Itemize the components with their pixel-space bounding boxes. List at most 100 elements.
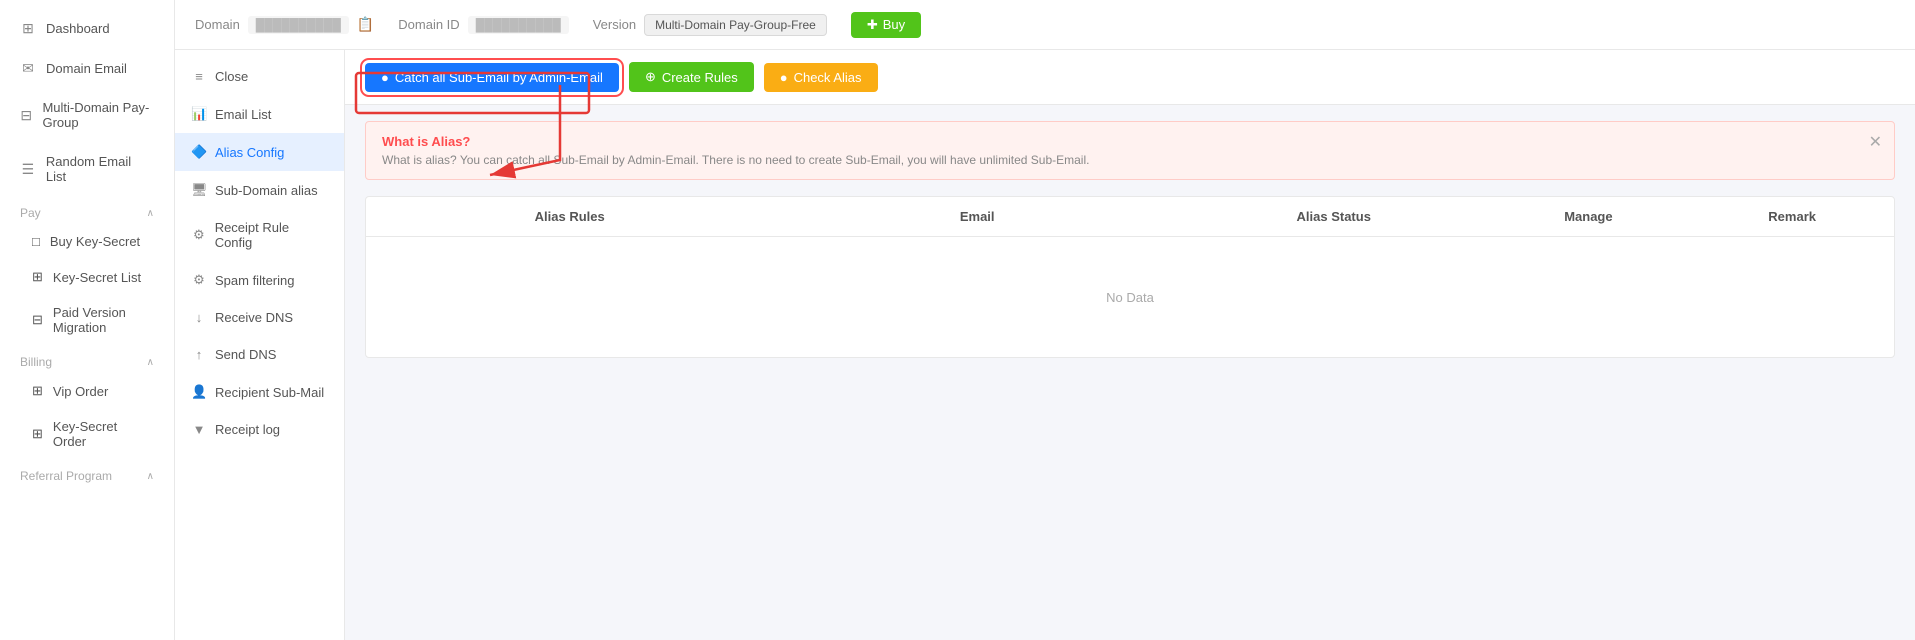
sidebar-label-multi-domain: Multi-Domain Pay-Group [42,100,154,130]
sidebar-label-buy-key: Buy Key-Secret [50,234,140,249]
sidebar-item-domain-email[interactable]: ✉ Domain Email [0,48,174,88]
nav-item-send-dns[interactable]: ↑ Send DNS [175,336,344,373]
receipt-rule-icon: ⚙ [191,227,207,243]
buy-button[interactable]: ✚ Buy [851,12,921,38]
domain-id-label: Domain ID [398,17,459,32]
spam-filter-icon: ⚙ [191,272,207,288]
nav-item-sub-domain-alias[interactable]: 🖥 Sub-Domain alias [175,171,344,209]
buy-btn-label: Buy [883,17,905,32]
nav-item-receipt-rule[interactable]: ⚙ Receipt Rule Config [175,209,344,261]
nav-label-receive-dns: Receive DNS [215,310,293,325]
receipt-log-icon: ▼ [191,422,207,437]
referral-section-arrow: ∧ [147,471,154,482]
pay-section[interactable]: Pay ∧ [0,196,174,224]
paid-migration-icon: ⊟ [32,312,43,328]
billing-section-arrow: ∧ [147,357,154,368]
info-banner: What is Alias? What is alias? You can ca… [365,121,1895,180]
multi-domain-icon: ⊟ [20,107,32,123]
check-alias-label: Check Alias [794,70,862,85]
col-remark: Remark [1690,197,1894,236]
info-banner-title: What is Alias? [382,134,1878,149]
create-rules-button[interactable]: ⊕ Create Rules [629,62,754,92]
col-alias-status: Alias Status [1181,197,1487,236]
pay-section-arrow: ∧ [147,208,154,219]
pay-section-label: Pay [20,206,41,220]
nav-item-close[interactable]: ≡ Close [175,58,344,95]
nav-label-alias-config: Alias Config [215,145,284,160]
nav-item-receipt-log[interactable]: ▼ Receipt log [175,411,344,448]
version-info: Version Multi-Domain Pay-Group-Free [593,14,827,36]
action-bar: ● Catch all Sub-Email by Admin-Email ⊕ C… [345,50,1915,105]
nav-label-email-list: Email List [215,107,271,122]
col-manage: Manage [1487,197,1691,236]
send-dns-icon: ↑ [191,347,207,362]
sidebar-label-paid-migration: Paid Version Migration [53,305,154,335]
domain-id-info: Domain ID ██████████ [398,16,568,34]
version-badge: Multi-Domain Pay-Group-Free [644,14,827,36]
no-data-text: No Data [1106,290,1154,305]
close-nav-icon: ≡ [191,69,207,84]
vip-order-icon: ⊞ [32,383,43,399]
sidebar-label-domain-email: Domain Email [46,61,127,76]
content-wrapper: ≡ Close 📊 Email List 🔷 Alias Config 🖥 Su… [175,50,1915,640]
secondary-nav: ≡ Close 📊 Email List 🔷 Alias Config 🖥 Su… [175,50,345,640]
sidebar-label-key-secret-list: Key-Secret List [53,270,141,285]
recipient-sub-mail-icon: 👤 [191,384,207,400]
check-alias-icon: ● [780,70,788,85]
key-secret-list-icon: ⊞ [32,269,43,285]
nav-item-alias-config[interactable]: 🔷 Alias Config [175,133,344,171]
copy-domain-icon[interactable]: 📋 [357,16,374,33]
nav-item-email-list[interactable]: 📊 Email List [175,95,344,133]
email-list-nav-icon: 📊 [191,106,207,122]
main-sidebar: ⊞ Dashboard ✉ Domain Email ⊟ Multi-Domai… [0,0,175,640]
sidebar-item-key-secret-list[interactable]: ⊞ Key-Secret List [0,259,174,295]
nav-label-sub-domain-alias: Sub-Domain alias [215,183,318,198]
nav-label-spam-filter: Spam filtering [215,273,294,288]
domain-value: ██████████ [248,16,349,34]
nav-label-receipt-log: Receipt log [215,422,280,437]
col-email: Email [773,197,1180,236]
create-rules-label: Create Rules [662,70,738,85]
sidebar-item-dashboard[interactable]: ⊞ Dashboard [0,8,174,48]
domain-label: Domain [195,17,240,32]
nav-item-spam-filter[interactable]: ⚙ Spam filtering [175,261,344,299]
create-rules-icon: ⊕ [645,69,656,85]
referral-section[interactable]: Referral Program ∧ [0,459,174,487]
dashboard-icon: ⊞ [20,20,36,36]
domain-info: Domain ██████████ 📋 [195,16,374,34]
receive-dns-icon: ↓ [191,310,207,325]
key-secret-order-icon: ⊞ [32,426,43,442]
sidebar-item-key-secret-order[interactable]: ⊞ Key-Secret Order [0,409,174,459]
catch-all-subemail-button[interactable]: ● Catch all Sub-Email by Admin-Email [365,63,619,92]
billing-section-label: Billing [20,355,52,369]
nav-label-close: Close [215,69,248,84]
sidebar-item-random-email[interactable]: ☰ Random Email List [0,142,174,196]
sidebar-label-vip-order: Vip Order [53,384,108,399]
catch-btn-label: Catch all Sub-Email by Admin-Email [395,70,603,85]
page-content: ● Catch all Sub-Email by Admin-Email ⊕ C… [345,50,1915,640]
sidebar-item-multi-domain[interactable]: ⊟ Multi-Domain Pay-Group [0,88,174,142]
sidebar-item-paid-migration[interactable]: ⊟ Paid Version Migration [0,295,174,345]
nav-item-receive-dns[interactable]: ↓ Receive DNS [175,299,344,336]
version-label: Version [593,17,636,32]
main-area: Domain ██████████ 📋 Domain ID ██████████… [175,0,1915,640]
sidebar-item-buy-key[interactable]: □ Buy Key-Secret [0,224,174,259]
topbar: Domain ██████████ 📋 Domain ID ██████████… [175,0,1915,50]
table-header: Alias Rules Email Alias Status Manage Re… [366,197,1894,237]
referral-section-label: Referral Program [20,469,112,483]
table-body: No Data [366,237,1894,357]
info-banner-close[interactable]: ✕ [1869,132,1882,152]
billing-section[interactable]: Billing ∧ [0,345,174,373]
alias-config-nav-icon: 🔷 [191,144,207,160]
info-banner-desc: What is alias? You can catch all Sub-Ema… [382,153,1878,167]
nav-label-recipient-sub-mail: Recipient Sub-Mail [215,385,324,400]
sidebar-label-dashboard: Dashboard [46,21,110,36]
domain-email-icon: ✉ [20,60,36,76]
random-email-icon: ☰ [20,161,36,177]
domain-id-value: ██████████ [468,16,569,34]
nav-item-recipient-sub-mail[interactable]: 👤 Recipient Sub-Mail [175,373,344,411]
catch-btn-icon: ● [381,70,389,85]
check-alias-button[interactable]: ● Check Alias [764,63,878,92]
data-table: Alias Rules Email Alias Status Manage Re… [365,196,1895,358]
sidebar-item-vip-order[interactable]: ⊞ Vip Order [0,373,174,409]
